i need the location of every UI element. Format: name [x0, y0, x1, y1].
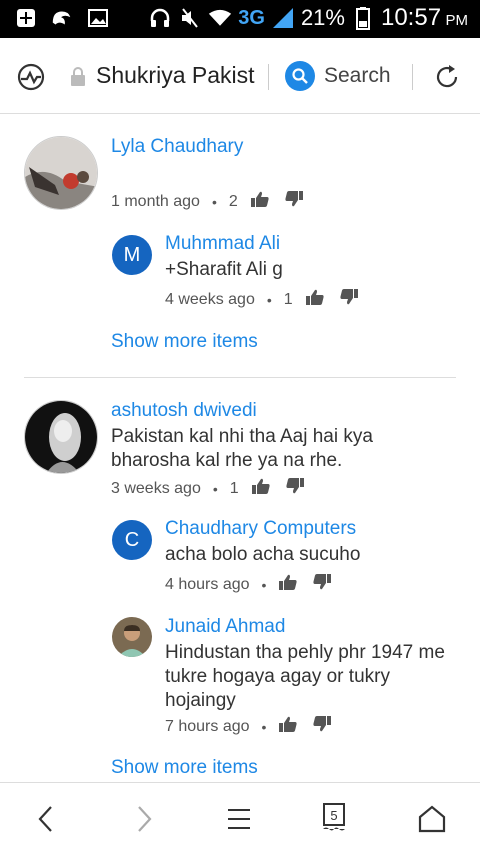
home-icon[interactable] — [414, 801, 450, 837]
thumbs-down-icon[interactable] — [339, 288, 359, 311]
like-count: 2 — [228, 192, 238, 210]
comment-meta: 3 weeks ago • 1 — [111, 477, 305, 500]
page-title[interactable]: Shukriya Pakist — [96, 62, 255, 89]
reply-text: acha bolo acha sucuho — [165, 544, 361, 565]
avatar[interactable] — [24, 136, 98, 210]
mute-icon — [178, 6, 202, 30]
show-more-link[interactable]: Show more items — [111, 757, 258, 779]
status-bar: 3G 21% 10:57 PM — [0, 0, 480, 38]
uc-browser-icon — [50, 6, 74, 30]
separator — [268, 64, 269, 90]
bullet: • — [261, 718, 267, 735]
bullet: • — [212, 480, 218, 497]
back-icon[interactable] — [28, 801, 64, 837]
thumbs-up-icon[interactable] — [251, 477, 271, 500]
tab-count: 5 — [330, 807, 338, 823]
comment-time: 3 weeks ago — [111, 479, 201, 497]
signal-icon — [271, 6, 295, 30]
thumbs-up-icon[interactable] — [250, 190, 270, 213]
battery-percent: 21% — [300, 5, 345, 30]
reply-time: 4 weeks ago — [165, 290, 255, 308]
reply-meta: 4 hours ago • — [165, 573, 332, 596]
bullet: • — [211, 193, 217, 210]
comment-text: Pakistan kal nhi tha Aaj hai kya bharosh… — [111, 426, 373, 471]
plus-box-icon — [14, 6, 38, 30]
divider — [24, 377, 456, 378]
tabs-button[interactable]: 5 — [316, 801, 352, 837]
thumbs-down-icon[interactable] — [312, 573, 332, 596]
menu-icon[interactable] — [221, 801, 257, 837]
reply-text: Hindustan tha pehly phr 1947 me tukre ho… — [165, 642, 445, 711]
reply-time: 7 hours ago — [165, 717, 250, 735]
thumbs-down-icon[interactable] — [312, 715, 332, 738]
forward-icon[interactable] — [126, 801, 162, 837]
battery-icon — [351, 6, 375, 30]
address-bar: Shukriya Pakist Search — [0, 38, 480, 114]
bullet: • — [266, 291, 272, 308]
comments-list: Lyla Chaudhary 1 month ago • 2 M Muhmmad… — [0, 114, 480, 782]
avatar[interactable]: C — [112, 520, 152, 560]
thumbs-down-icon[interactable] — [285, 477, 305, 500]
search-button[interactable]: Search — [324, 64, 391, 88]
reply-meta: 4 weeks ago • 1 — [165, 288, 359, 311]
show-more-link[interactable]: Show more items — [111, 331, 258, 353]
reply-meta: 7 hours ago • — [165, 715, 332, 738]
network-type: 3G — [238, 6, 265, 29]
avatar[interactable] — [112, 617, 152, 657]
like-count: 1 — [229, 479, 239, 497]
pulse-home-icon[interactable] — [16, 62, 46, 92]
bullet: • — [261, 576, 267, 593]
reply-time: 4 hours ago — [165, 575, 250, 593]
comment-author[interactable]: ashutosh dwivedi — [111, 400, 257, 422]
avatar-initial: M — [123, 243, 141, 266]
reload-icon[interactable] — [432, 62, 462, 92]
separator — [412, 64, 413, 90]
image-icon — [86, 6, 110, 30]
reply-text: +Sharafit Ali g — [165, 259, 283, 280]
thumbs-up-icon[interactable] — [278, 573, 298, 596]
avatar-initial: C — [124, 528, 140, 551]
clock-time: 10:57 — [380, 4, 442, 31]
reply-author[interactable]: Junaid Ahmad — [165, 616, 285, 638]
reply-author[interactable]: Chaudhary Computers — [165, 518, 356, 540]
like-count: 1 — [283, 290, 293, 308]
reply-author[interactable]: Muhmmad Ali — [165, 233, 280, 255]
bottom-toolbar: 5 — [0, 782, 480, 854]
headphones-icon — [148, 6, 172, 30]
thumbs-down-icon[interactable] — [284, 190, 304, 213]
thumbs-up-icon[interactable] — [305, 288, 325, 311]
clock-ampm: PM — [445, 12, 469, 29]
avatar[interactable] — [24, 400, 98, 474]
wifi-icon — [208, 6, 232, 30]
avatar[interactable]: M — [112, 235, 152, 275]
search-icon[interactable] — [285, 61, 315, 91]
lock-icon — [70, 66, 86, 86]
comment-meta: 1 month ago • 2 — [111, 190, 304, 213]
comment-time: 1 month ago — [111, 192, 200, 210]
thumbs-up-icon[interactable] — [278, 715, 298, 738]
comment-author[interactable]: Lyla Chaudhary — [111, 136, 243, 158]
